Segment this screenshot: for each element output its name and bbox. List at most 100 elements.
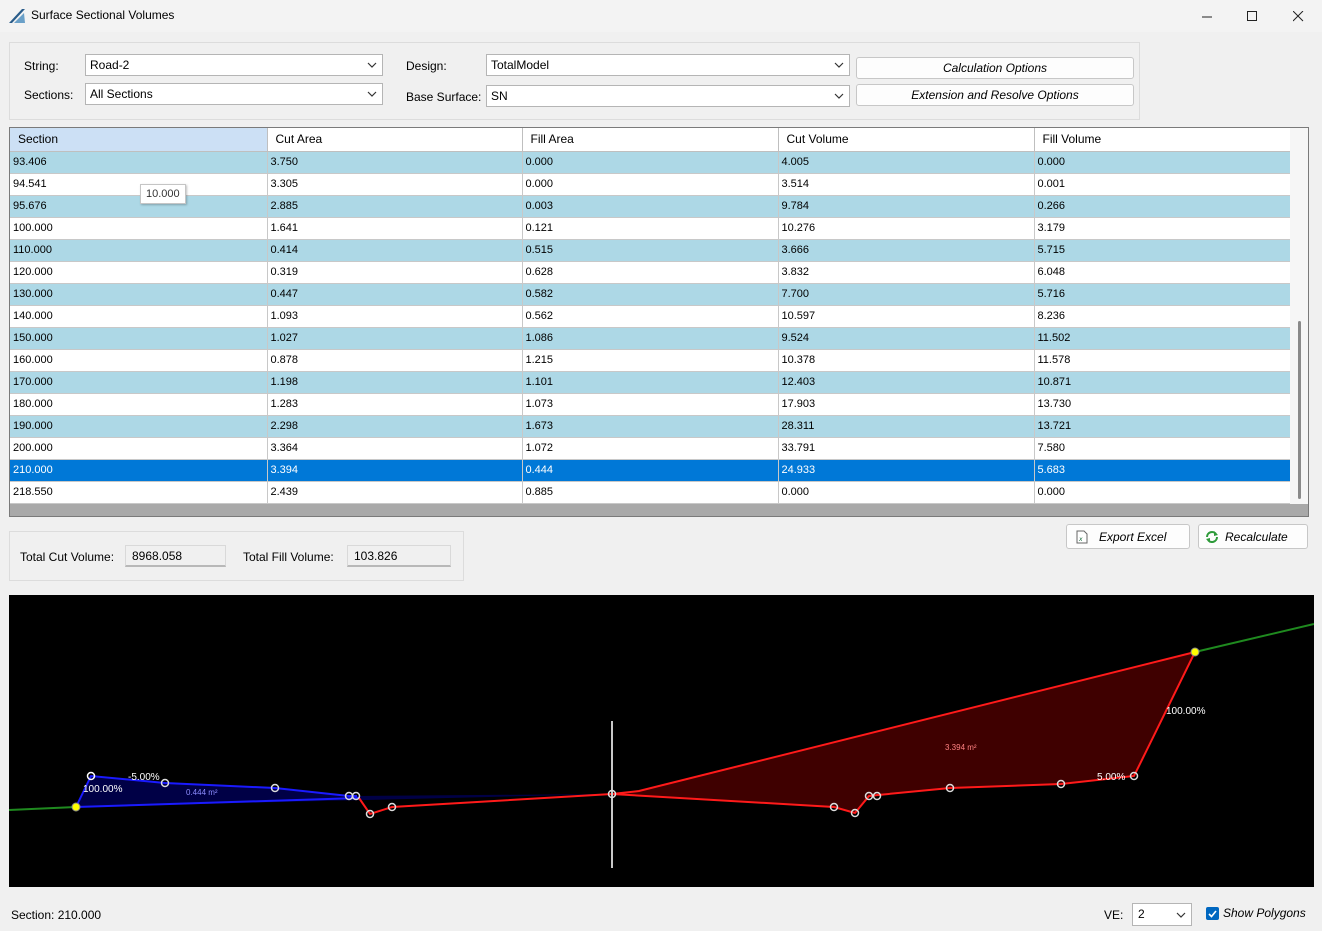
table-row[interactable]: 93.406 3.750 0.000 4.005 0.000 xyxy=(10,151,1291,174)
table-cell[interactable]: 210.000 xyxy=(10,459,268,482)
table-cell[interactable]: 0.000 xyxy=(778,481,1035,504)
table-cell[interactable]: 120.000 xyxy=(10,261,268,284)
table-cell[interactable]: 1.072 xyxy=(522,437,779,460)
extension-resolve-options-button[interactable]: Extension and Resolve Options xyxy=(856,84,1134,106)
table-cell[interactable]: 24.933 xyxy=(778,459,1035,482)
table-cell[interactable]: 0.562 xyxy=(522,305,779,328)
table-cell[interactable]: 5.715 xyxy=(1034,239,1291,262)
table-cell[interactable]: 95.676 xyxy=(10,195,268,218)
minimize-button[interactable] xyxy=(1184,0,1230,32)
show-polygons-checkbox[interactable] xyxy=(1206,907,1219,920)
table-cell[interactable]: 200.000 xyxy=(10,437,268,460)
table-cell[interactable]: 1.093 xyxy=(267,305,523,328)
table-row[interactable]: 120.000 0.319 0.628 3.832 6.048 xyxy=(10,261,1291,284)
table-cell[interactable]: 0.003 xyxy=(522,195,779,218)
column-header-section[interactable]: Section xyxy=(10,128,268,152)
sections-grid[interactable]: Section Cut Area Fill Area Cut Volume Fi… xyxy=(9,127,1309,517)
table-cell[interactable]: 3.750 xyxy=(267,151,523,174)
column-header-fill-volume[interactable]: Fill Volume xyxy=(1034,128,1291,152)
table-cell[interactable]: 1.283 xyxy=(267,393,523,416)
table-cell[interactable]: 5.716 xyxy=(1034,283,1291,306)
string-combo[interactable]: Road-2 xyxy=(85,54,383,76)
table-cell[interactable]: 7.700 xyxy=(778,283,1035,306)
table-cell[interactable]: 3.364 xyxy=(267,437,523,460)
table-row[interactable]: 218.550 2.439 0.885 0.000 0.000 xyxy=(10,481,1291,504)
table-cell[interactable]: 3.832 xyxy=(778,261,1035,284)
ve-combo[interactable]: 2 xyxy=(1132,903,1192,926)
column-header-cut-area[interactable]: Cut Area xyxy=(267,128,523,152)
table-cell[interactable]: 5.683 xyxy=(1034,459,1291,482)
scrollbar-thumb[interactable] xyxy=(1298,321,1301,499)
table-cell[interactable]: 2.885 xyxy=(267,195,523,218)
table-cell[interactable]: 0.628 xyxy=(522,261,779,284)
table-cell[interactable]: 0.000 xyxy=(1034,481,1291,504)
table-cell[interactable]: 0.121 xyxy=(522,217,779,240)
table-cell[interactable]: 0.878 xyxy=(267,349,523,372)
table-cell[interactable]: 0.001 xyxy=(1034,173,1291,196)
table-cell[interactable]: 0.319 xyxy=(267,261,523,284)
table-cell[interactable]: 170.000 xyxy=(10,371,268,394)
table-cell[interactable]: 0.266 xyxy=(1034,195,1291,218)
table-row[interactable]: 110.000 0.414 0.515 3.666 5.715 xyxy=(10,239,1291,262)
table-cell[interactable]: 0.885 xyxy=(522,481,779,504)
table-cell[interactable]: 100.000 xyxy=(10,217,268,240)
table-cell[interactable]: 2.298 xyxy=(267,415,523,438)
table-cell[interactable]: 0.000 xyxy=(522,173,779,196)
table-row[interactable]: 210.000 3.394 0.444 24.933 5.683 xyxy=(10,459,1291,482)
table-cell[interactable]: 1.673 xyxy=(522,415,779,438)
table-cell[interactable]: 10.871 xyxy=(1034,371,1291,394)
table-cell[interactable]: 1.101 xyxy=(522,371,779,394)
table-cell[interactable]: 13.721 xyxy=(1034,415,1291,438)
table-cell[interactable]: 1.086 xyxy=(522,327,779,350)
table-cell[interactable]: 140.000 xyxy=(10,305,268,328)
table-cell[interactable]: 110.000 xyxy=(10,239,268,262)
table-cell[interactable]: 130.000 xyxy=(10,283,268,306)
table-cell[interactable]: 1.027 xyxy=(267,327,523,350)
table-cell[interactable]: 93.406 xyxy=(10,151,268,174)
table-row[interactable]: 130.000 0.447 0.582 7.700 5.716 xyxy=(10,283,1291,306)
base-surface-combo[interactable]: SN xyxy=(486,85,850,107)
table-cell[interactable]: 150.000 xyxy=(10,327,268,350)
calculation-options-button[interactable]: Calculation Options xyxy=(856,57,1134,79)
table-cell[interactable]: 0.414 xyxy=(267,239,523,262)
table-row[interactable]: 150.000 1.027 1.086 9.524 11.502 xyxy=(10,327,1291,350)
table-cell[interactable]: 10.597 xyxy=(778,305,1035,328)
table-cell[interactable]: 10.378 xyxy=(778,349,1035,372)
table-row[interactable]: 170.000 1.198 1.101 12.403 10.871 xyxy=(10,371,1291,394)
table-cell[interactable]: 190.000 xyxy=(10,415,268,438)
design-combo[interactable]: TotalModel xyxy=(486,54,850,76)
table-cell[interactable]: 3.394 xyxy=(267,459,523,482)
table-cell[interactable]: 6.048 xyxy=(1034,261,1291,284)
table-cell[interactable]: 0.447 xyxy=(267,283,523,306)
table-cell[interactable]: 3.514 xyxy=(778,173,1035,196)
sections-combo[interactable]: All Sections xyxy=(85,83,383,105)
table-cell[interactable]: 4.005 xyxy=(778,151,1035,174)
table-cell[interactable]: 1.073 xyxy=(522,393,779,416)
table-row[interactable]: 140.000 1.093 0.562 10.597 8.236 xyxy=(10,305,1291,328)
table-cell[interactable]: 94.541 xyxy=(10,173,268,196)
table-cell[interactable]: 17.903 xyxy=(778,393,1035,416)
table-cell[interactable]: 8.236 xyxy=(1034,305,1291,328)
close-button[interactable] xyxy=(1275,0,1321,32)
vertical-scrollbar[interactable] xyxy=(1290,128,1308,516)
table-cell[interactable]: 28.311 xyxy=(778,415,1035,438)
column-header-cut-volume[interactable]: Cut Volume xyxy=(778,128,1035,152)
table-row[interactable]: 160.000 0.878 1.215 10.378 11.578 xyxy=(10,349,1291,372)
table-cell[interactable]: 0.000 xyxy=(522,151,779,174)
table-cell[interactable]: 1.641 xyxy=(267,217,523,240)
table-cell[interactable]: 13.730 xyxy=(1034,393,1291,416)
table-cell[interactable]: 160.000 xyxy=(10,349,268,372)
table-cell[interactable]: 1.215 xyxy=(522,349,779,372)
table-row[interactable]: 180.000 1.283 1.073 17.903 13.730 xyxy=(10,393,1291,416)
table-row[interactable]: 200.000 3.364 1.072 33.791 7.580 xyxy=(10,437,1291,460)
table-cell[interactable]: 9.524 xyxy=(778,327,1035,350)
table-cell[interactable]: 0.515 xyxy=(522,239,779,262)
table-row[interactable]: 190.000 2.298 1.673 28.311 13.721 xyxy=(10,415,1291,438)
table-cell[interactable]: 12.403 xyxy=(778,371,1035,394)
section-view-canvas[interactable]: -5.00% 100.00% 0.444 m² 3.394 m² 5.00% 1… xyxy=(8,595,1315,887)
table-cell[interactable]: 0.582 xyxy=(522,283,779,306)
table-cell[interactable]: 218.550 xyxy=(10,481,268,504)
table-cell[interactable]: 33.791 xyxy=(778,437,1035,460)
table-cell[interactable]: 11.502 xyxy=(1034,327,1291,350)
table-cell[interactable]: 9.784 xyxy=(778,195,1035,218)
